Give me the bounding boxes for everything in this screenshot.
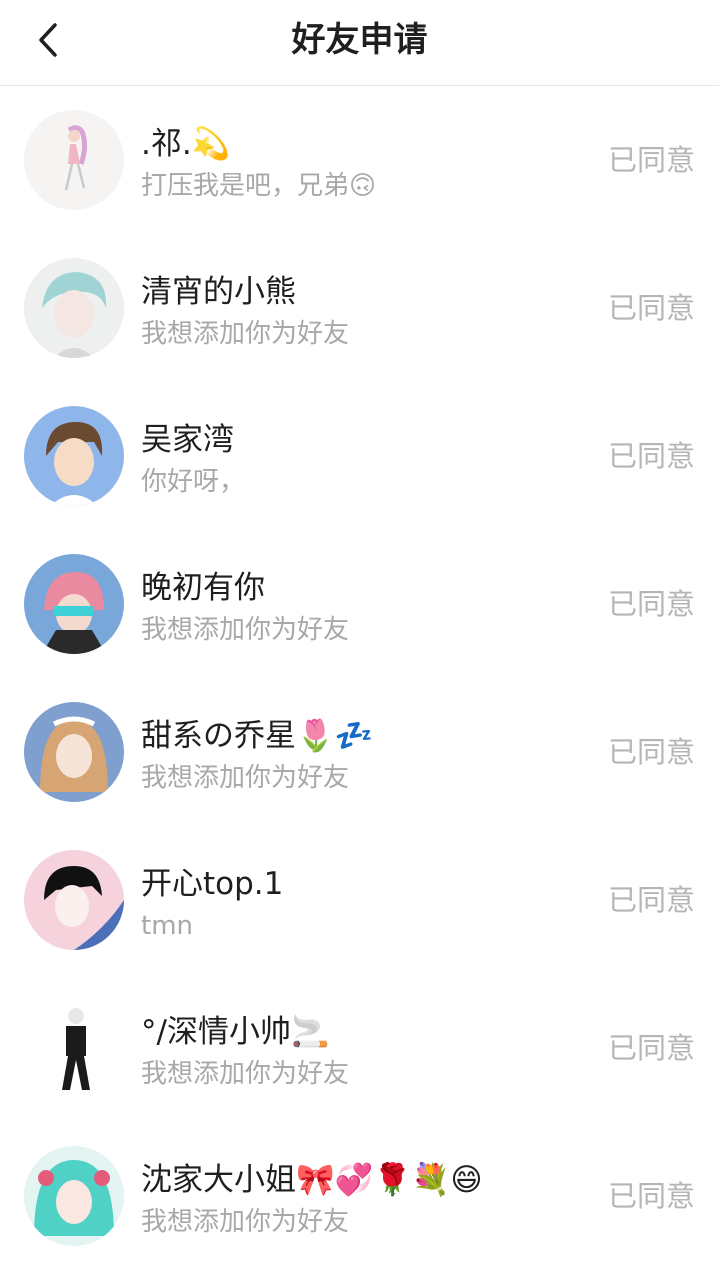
- request-row[interactable]: 清宵的小熊 我想添加你为好友 已同意: [0, 234, 719, 382]
- request-name: °/深情小帅🚬: [141, 1014, 330, 1050]
- request-name: 甜系の乔星🌷💤: [141, 718, 374, 754]
- status-label: 已同意: [607, 735, 695, 769]
- request-message: 你好呀，: [141, 467, 246, 497]
- top-bar: 好友申请: [0, 0, 719, 86]
- status-label: 已同意: [607, 143, 695, 177]
- request-row[interactable]: °/深情小帅🚬 我想添加你为好友 已同意: [0, 974, 719, 1122]
- status-label: 已同意: [607, 1179, 695, 1213]
- request-name: 沈家大小姐🎀💞🌹💐😄: [141, 1162, 483, 1198]
- request-row[interactable]: .祁.💫 打压我是吧，兄弟🙃 已同意: [0, 86, 719, 234]
- request-message: 我想添加你为好友: [141, 615, 350, 645]
- request-row[interactable]: 沈家大小姐🎀💞🌹💐😄 我想添加你为好友 已同意: [0, 1122, 719, 1270]
- request-message: tmn: [141, 911, 193, 941]
- avatar[interactable]: [24, 406, 124, 506]
- page-title: 好友申请: [291, 20, 428, 60]
- request-row[interactable]: 晚初有你 我想添加你为好友 已同意: [0, 530, 719, 678]
- avatar[interactable]: [24, 850, 124, 950]
- status-label: 已同意: [607, 291, 695, 325]
- avatar[interactable]: [24, 554, 124, 654]
- request-message: 我想添加你为好友: [141, 1059, 350, 1089]
- request-name: 晚初有你: [141, 570, 265, 606]
- status-label: 已同意: [607, 587, 695, 621]
- request-name: 清宵的小熊: [141, 274, 296, 310]
- request-row[interactable]: 开心top.1 tmn 已同意: [0, 826, 719, 974]
- status-label: 已同意: [607, 1031, 695, 1065]
- request-message: 我想添加你为好友: [141, 763, 350, 793]
- friend-request-list: .祁.💫 打压我是吧，兄弟🙃 已同意 清宵的小熊 我想添加你为好友 已同意 吴家: [0, 86, 719, 1270]
- avatar[interactable]: [24, 998, 124, 1098]
- request-name: .祁.💫: [141, 126, 231, 162]
- request-message: 我想添加你为好友: [141, 1207, 350, 1237]
- request-row[interactable]: 吴家湾 你好呀， 已同意: [0, 382, 719, 530]
- request-message: 我想添加你为好友: [141, 319, 350, 349]
- avatar[interactable]: [24, 702, 124, 802]
- request-name: 吴家湾: [141, 422, 234, 458]
- status-label: 已同意: [607, 883, 695, 917]
- avatar[interactable]: [24, 110, 124, 210]
- avatar[interactable]: [24, 1146, 124, 1246]
- status-label: 已同意: [607, 439, 695, 473]
- request-row[interactable]: 甜系の乔星🌷💤 我想添加你为好友 已同意: [0, 678, 719, 826]
- request-name: 开心top.1: [141, 866, 284, 902]
- avatar[interactable]: [24, 258, 124, 358]
- request-message: 打压我是吧，兄弟🙃: [141, 171, 377, 201]
